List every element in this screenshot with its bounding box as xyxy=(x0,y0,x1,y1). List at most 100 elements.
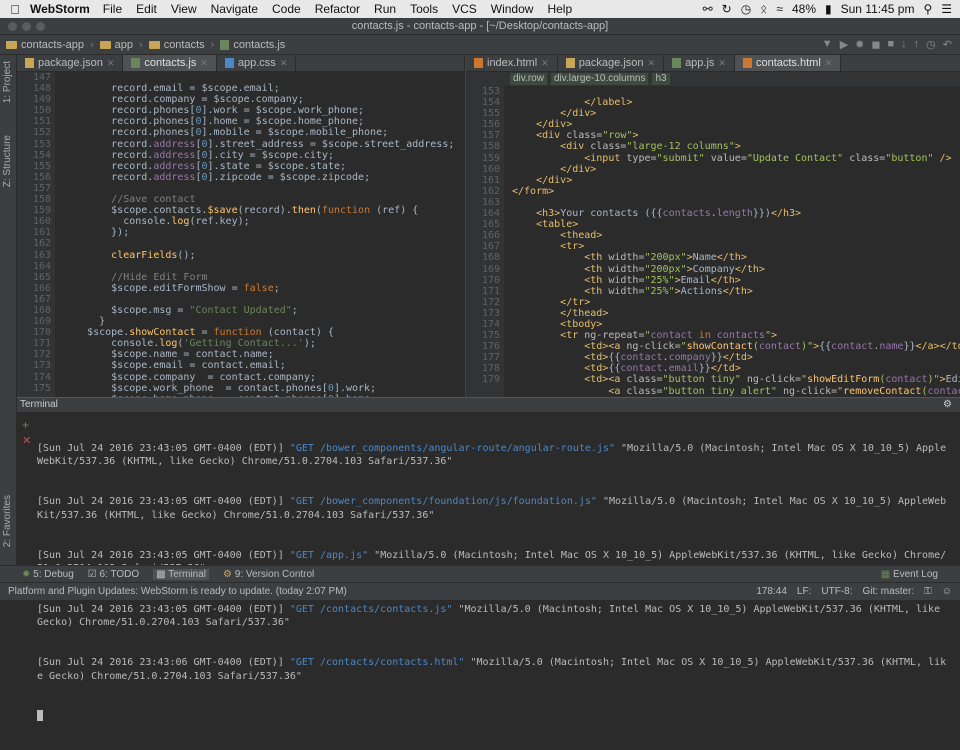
html-file-icon xyxy=(474,58,483,68)
menu-refactor[interactable]: Refactor xyxy=(315,2,360,16)
new-session-icon[interactable]: + xyxy=(22,418,29,432)
crumb-file[interactable]: contacts.js xyxy=(220,39,285,51)
menu-vcs[interactable]: VCS xyxy=(452,2,477,16)
line-separator[interactable]: LF: xyxy=(797,586,811,597)
folder-icon xyxy=(148,40,160,49)
left-editor-tabs: package.json ✕ contacts.js ✕ app.css ✕ xyxy=(17,55,464,72)
run-config-dropdown[interactable]: ▼ xyxy=(822,38,833,51)
terminal-cursor xyxy=(37,710,947,723)
tab-contacts-html[interactable]: contacts.html ✕ xyxy=(734,55,842,72)
tab-contacts-js[interactable]: contacts.js ✕ xyxy=(123,55,217,71)
menu-tools[interactable]: Tools xyxy=(410,2,438,16)
wifi-icon[interactable]: ≈ xyxy=(776,2,783,16)
minimize-window-button[interactable] xyxy=(22,22,31,31)
breadcrumb-h3[interactable]: h3 xyxy=(652,73,670,85)
close-icon[interactable]: ✕ xyxy=(280,55,288,72)
todo-tool-button[interactable]: ☑ 6: TODO xyxy=(88,569,139,580)
close-icon[interactable]: ✕ xyxy=(718,55,726,72)
history-icon[interactable]: ◷ xyxy=(926,38,936,51)
gear-icon[interactable]: ⚙ xyxy=(943,398,952,412)
terminal-line: [Sun Jul 24 2016 23:43:05 GMT-0400 (EDT)… xyxy=(37,603,947,629)
tab-package-json-right[interactable]: package.json ✕ xyxy=(558,55,665,72)
menu-code[interactable]: Code xyxy=(272,2,301,16)
terminal-line: [Sun Jul 24 2016 23:43:06 GMT-0400 (EDT)… xyxy=(37,657,947,682)
folder-icon xyxy=(99,40,111,49)
menu-navigate[interactable]: Navigate xyxy=(211,2,258,16)
crumb-contacts[interactable]: contacts › xyxy=(148,39,214,51)
favorites-tool-tab[interactable]: 2: Favorites xyxy=(2,495,13,547)
status-message[interactable]: Platform and Plugin Updates: WebStorm is… xyxy=(8,586,347,597)
close-session-icon[interactable]: ✕ xyxy=(22,434,31,447)
app-menu[interactable]: WebStorm xyxy=(30,2,90,16)
bluetooth-icon[interactable]: ᛟ xyxy=(760,2,767,16)
close-icon[interactable]: ✕ xyxy=(200,55,208,72)
link-icon[interactable]: ⚯ xyxy=(703,2,713,16)
zoom-window-button[interactable] xyxy=(36,22,45,31)
debug-icon[interactable]: ✹ xyxy=(855,38,864,51)
tab-index-html[interactable]: index.html ✕ xyxy=(466,55,558,71)
crumb-app[interactable]: app › xyxy=(99,39,143,51)
vcs-icon: ⚙ xyxy=(223,568,232,580)
coverage-icon[interactable]: ◼ xyxy=(871,38,880,51)
git-branch[interactable]: Git: master: xyxy=(862,586,914,597)
code-editor-contacts-html[interactable]: </label> </div> </div> <div class="row">… xyxy=(512,86,960,397)
todo-icon: ☑ xyxy=(87,568,97,580)
close-window-button[interactable] xyxy=(8,22,17,31)
sync-icon[interactable]: ↻ xyxy=(722,2,732,16)
structure-tool-tab[interactable]: Z: Structure xyxy=(2,135,13,187)
status-bar: Platform and Plugin Updates: WebStorm is… xyxy=(0,582,960,600)
version-control-tool-button[interactable]: ⚙ 9: Version Control xyxy=(223,569,314,580)
terminal-tool-button[interactable]: ▩ Terminal xyxy=(153,568,210,580)
json-file-icon xyxy=(565,58,575,68)
menu-run[interactable]: Run xyxy=(374,2,396,16)
debug-tool-button[interactable]: ✹ 5: Debug xyxy=(22,569,74,580)
crumb-project[interactable]: contacts-app › xyxy=(6,39,94,51)
inspector-icon[interactable]: ☺ xyxy=(942,586,952,597)
close-icon[interactable]: ✕ xyxy=(648,55,656,72)
menu-view[interactable]: View xyxy=(171,2,197,16)
stop-icon[interactable]: ■ xyxy=(888,38,895,51)
line-number-gutter: 147 148 149 150 151 152 153 154 155 156 157 158 159 1… xyxy=(17,72,55,397)
lock-icon[interactable]: ⚿ xyxy=(924,586,932,597)
navigation-bar: contacts-app › app › contacts › contacts.js… xyxy=(0,35,960,55)
vcs-commit-icon[interactable]: ↑ xyxy=(914,38,920,51)
terminal-title: Terminal xyxy=(20,399,58,410)
battery-percent[interactable]: 48% xyxy=(792,2,816,16)
window-title: contacts.js - contacts-app - [~/Desktop/… xyxy=(351,20,609,32)
terminal-header: Terminal ⚙ xyxy=(17,398,960,412)
window-title-bar: contacts.js - contacts-app - [~/Desktop/… xyxy=(0,18,960,35)
file-encoding[interactable]: UTF-8: xyxy=(821,586,852,597)
vcs-update-icon[interactable]: ↓ xyxy=(901,38,907,51)
time-machine-icon[interactable]: ◷ xyxy=(741,2,751,16)
html-file-icon xyxy=(742,58,752,68)
caret-position[interactable]: 178:44 xyxy=(756,586,787,597)
menu-window[interactable]: Window xyxy=(491,2,534,16)
project-tool-tab[interactable]: 1: Project xyxy=(2,61,13,103)
menu-file[interactable]: File xyxy=(103,2,122,16)
tab-app-css[interactable]: app.css ✕ xyxy=(217,55,297,72)
tab-package-json[interactable]: package.json ✕ xyxy=(17,55,124,72)
notification-center-icon[interactable]: ☰ xyxy=(941,2,952,16)
breadcrumb-div-columns[interactable]: div.large-10.columns xyxy=(550,73,649,85)
json-file-icon xyxy=(25,58,34,68)
event-log-icon: ▦ xyxy=(880,568,891,580)
bug-icon: ✹ xyxy=(22,568,31,580)
run-icon[interactable]: ▶ xyxy=(840,38,848,51)
menu-help[interactable]: Help xyxy=(547,2,572,16)
close-icon[interactable]: ✕ xyxy=(541,55,549,72)
html-breadcrumbs: div.row div.large-10.columns h3 xyxy=(466,72,960,86)
close-icon[interactable]: ✕ xyxy=(825,55,833,72)
breadcrumb-div-row[interactable]: div.row xyxy=(510,73,547,85)
code-editor-contacts-js[interactable]: record.email = $scope.email; record.comp… xyxy=(63,72,458,397)
search-icon[interactable]: ⚲ xyxy=(923,2,932,16)
event-log-button[interactable]: ▦ Event Log xyxy=(881,569,938,580)
apple-icon[interactable]:  xyxy=(0,2,30,17)
revert-icon[interactable]: ↶ xyxy=(943,38,952,51)
tab-app-js[interactable]: app.js ✕ xyxy=(664,55,735,71)
folder-icon xyxy=(6,40,17,49)
tool-window-bar: ✹ 5: Debug ☑ 6: TODO ▩ Terminal ⚙ 9: Ver… xyxy=(0,565,960,582)
close-icon[interactable]: ✕ xyxy=(107,55,115,72)
menu-edit[interactable]: Edit xyxy=(136,2,157,16)
battery-icon[interactable]: ▮ xyxy=(825,2,832,16)
clock[interactable]: Sun 11:45 pm xyxy=(841,2,915,16)
